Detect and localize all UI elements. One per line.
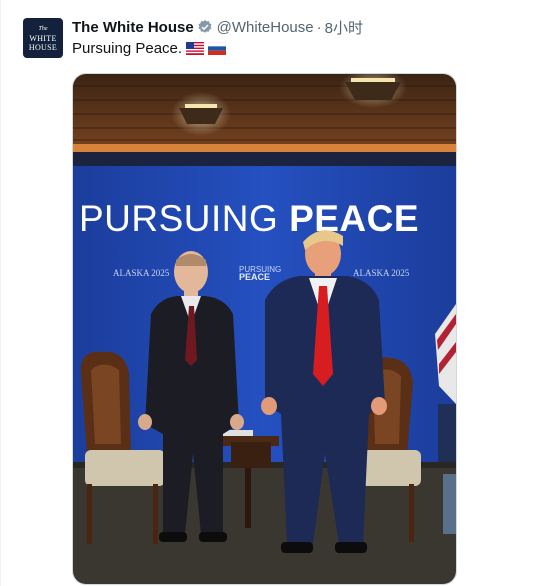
chair-edge-right bbox=[443, 474, 456, 534]
timestamp[interactable]: 8小时 bbox=[325, 17, 363, 38]
small-label-center-2: PEACE bbox=[239, 272, 270, 282]
user-handle[interactable]: @WhiteHouse bbox=[217, 19, 314, 36]
avatar-line-1: The bbox=[38, 25, 48, 32]
tweet-header: The White House @WhiteHouse · 8小时 bbox=[72, 17, 363, 37]
small-label-left: ALASKA 2025 bbox=[113, 268, 170, 278]
verified-badge-icon bbox=[197, 19, 213, 35]
us-flag-icon bbox=[186, 42, 205, 55]
banner-text-light: PURSUING bbox=[79, 198, 289, 239]
avatar-line-3: HOUSE bbox=[28, 42, 58, 52]
avatar-line-2: WHITE bbox=[29, 33, 57, 43]
tweet-body: Pursuing Peace. bbox=[72, 40, 183, 57]
tweet-text: Pursuing Peace. bbox=[72, 40, 227, 57]
display-name[interactable]: The White House bbox=[72, 19, 194, 36]
separator-dot: · bbox=[316, 18, 322, 36]
avatar[interactable]: The WHITE HOUSE bbox=[23, 18, 63, 58]
photo-scene: PURSUING PEACE ALASKA 2025 PURSUING PEAC… bbox=[73, 74, 456, 584]
small-label-right: ALASKA 2025 bbox=[353, 268, 410, 278]
banner-text-bold: PEACE bbox=[289, 198, 419, 239]
russia-flag-icon bbox=[207, 41, 227, 55]
tweet-card[interactable]: The WHITE HOUSE The White House @WhiteHo… bbox=[0, 0, 541, 586]
tweet-photo[interactable]: PURSUING PEACE ALASKA 2025 PURSUING PEAC… bbox=[72, 73, 457, 585]
banner-text: PURSUING PEACE bbox=[79, 198, 419, 239]
